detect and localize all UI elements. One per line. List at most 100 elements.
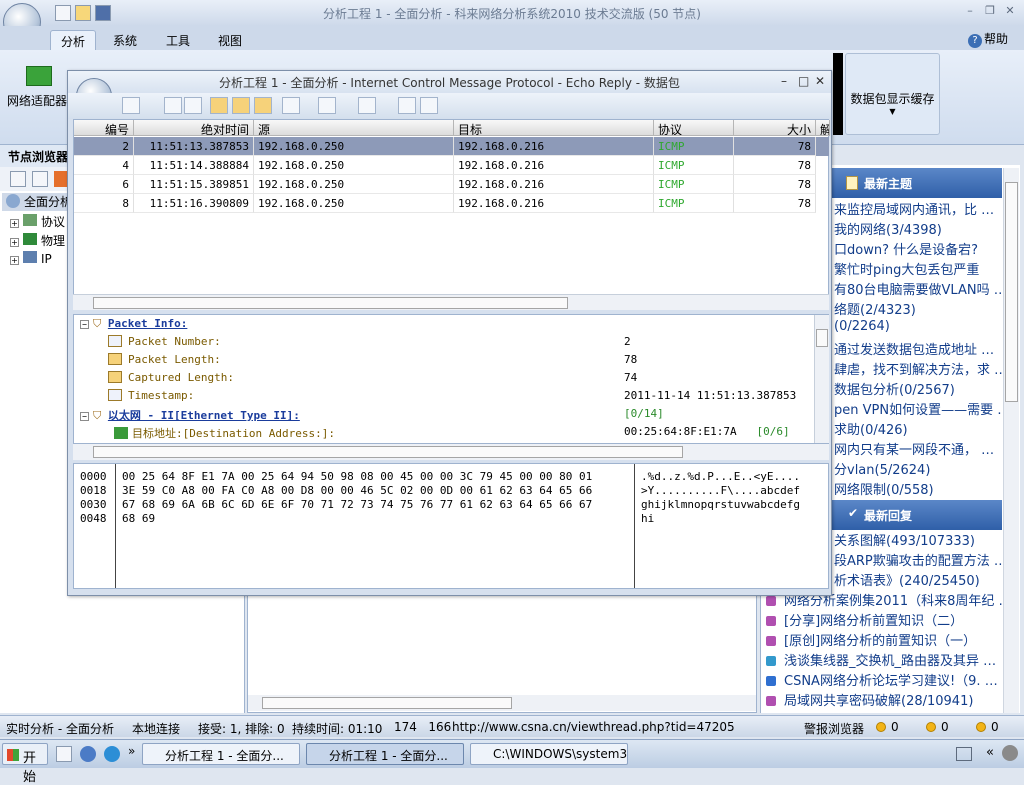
detail-field[interactable]: Packet Number: bbox=[108, 335, 221, 353]
search-icon[interactable] bbox=[358, 97, 376, 114]
overflow-chevron-icon[interactable]: » bbox=[128, 744, 135, 758]
scrollbar-thumb[interactable] bbox=[1005, 182, 1018, 402]
hex-bytes[interactable]: 00 25 64 8F E1 7A 00 25 64 94 50 98 08 0… bbox=[122, 470, 632, 526]
open-folder-icon[interactable] bbox=[75, 5, 91, 21]
minimize-button[interactable]: – bbox=[962, 4, 978, 18]
forum-topic-link[interactable]: 数据包分析(0/2567) bbox=[834, 379, 1002, 399]
table-row[interactable]: 6 11:51:15.389851 192.168.0.250 192.168.0.2… bbox=[74, 175, 829, 194]
tree-item-ip[interactable]: + IP bbox=[10, 251, 52, 269]
scrollbar-thumb[interactable] bbox=[93, 297, 568, 309]
column-header-source[interactable]: 源 bbox=[254, 120, 454, 136]
detail-field[interactable]: Captured Length: bbox=[108, 371, 234, 389]
decode-icon[interactable] bbox=[282, 97, 300, 114]
expand-icon[interactable]: + bbox=[10, 219, 19, 228]
next-icon[interactable] bbox=[184, 97, 202, 114]
collapse-icon[interactable]: − bbox=[80, 412, 89, 421]
expand-icon[interactable]: + bbox=[10, 238, 19, 247]
alarm-browser-button[interactable]: 警报浏览器 bbox=[804, 720, 864, 736]
forum-topic-link[interactable]: 我的网络(3/4398) bbox=[834, 219, 1002, 239]
quicklaunch-icon[interactable] bbox=[80, 746, 96, 762]
close-icon[interactable]: ✕ bbox=[815, 74, 825, 88]
expand-icon[interactable]: + bbox=[10, 256, 19, 265]
detail-field[interactable]: Packet Length: bbox=[108, 353, 221, 371]
tab-analysis[interactable]: 分析 bbox=[50, 30, 96, 50]
forum-reply-link[interactable]: CSNA网络分析论坛学习建议!（9. … bbox=[766, 670, 1002, 690]
forum-vertical-scrollbar[interactable] bbox=[1003, 168, 1019, 713]
previous-icon[interactable] bbox=[164, 97, 182, 114]
column-header-protocol[interactable]: 协议 bbox=[654, 120, 734, 136]
forum-topic-link[interactable]: 来监控局域网内通讯，比 … bbox=[834, 199, 1002, 219]
taskbar-item-1[interactable]: 分析工程 1 - 全面分... bbox=[142, 743, 300, 765]
taskbar-item-2[interactable]: 分析工程 1 - 全面分... bbox=[306, 743, 464, 765]
packet-display-cache-button[interactable]: 数据包显示缓存 ▼ bbox=[845, 53, 940, 135]
filter-icon[interactable] bbox=[32, 171, 48, 187]
column-header-no[interactable]: 编号 bbox=[74, 120, 134, 136]
tree-item-protocol[interactable]: + 协议 bbox=[10, 213, 65, 231]
keyboard-icon[interactable] bbox=[956, 747, 972, 761]
start-button[interactable]: 开始 bbox=[2, 743, 48, 785]
grid-icon[interactable] bbox=[10, 171, 26, 187]
detail-packet-info[interactable]: − ⛉ Packet Info: bbox=[80, 317, 187, 335]
forum-topic-link[interactable]: pen VPN如何设置——需要 … bbox=[834, 399, 1002, 419]
forum-topic-link[interactable]: (0/2264) bbox=[834, 319, 1002, 339]
forum-reply-link[interactable]: 浅谈集线器_交换机_路由器及其异 … bbox=[766, 650, 1002, 670]
column-header-time[interactable]: 绝对时间 bbox=[134, 120, 254, 136]
hex-view-icon[interactable] bbox=[254, 97, 272, 114]
maximize-icon[interactable]: □ bbox=[798, 74, 809, 88]
forum-reply-link[interactable]: 析术语表》(240/25450) bbox=[834, 570, 1002, 590]
column-header-size[interactable]: 大小 bbox=[734, 120, 816, 136]
new-file-icon[interactable] bbox=[55, 5, 71, 21]
detail-ethernet[interactable]: − ⛉ 以太网 - II[Ethernet Type II]: bbox=[80, 407, 300, 425]
tab-tools[interactable]: 工具 bbox=[156, 30, 200, 50]
help-button[interactable]: ? 帮助 bbox=[968, 30, 1008, 48]
detail-field[interactable]: Timestamp: bbox=[108, 389, 194, 407]
forum-topic-link[interactable]: 求助(0/426) bbox=[834, 419, 1002, 439]
forum-topic-link[interactable]: 分vlan(5/2624) bbox=[834, 459, 1002, 479]
forum-topic-link[interactable]: 口down? 什么是设备宕? bbox=[834, 239, 1002, 259]
detail-destination-address[interactable]: 目标地址:[Destination Address:]: bbox=[114, 425, 335, 443]
save-icon[interactable] bbox=[122, 97, 140, 114]
network-adapter-icon[interactable] bbox=[26, 66, 52, 86]
collapse-icon[interactable]: − bbox=[80, 320, 89, 329]
forum-reply-link[interactable]: 局域网共享密码破解(28/10941) bbox=[766, 690, 1002, 710]
minimize-icon[interactable]: – bbox=[781, 74, 787, 88]
column-header-decode[interactable]: 解 bbox=[816, 120, 830, 136]
forum-topic-link[interactable]: 络题(2/4323) bbox=[834, 299, 1002, 319]
forum-topic-link[interactable]: 有80台电脑需要做VLAN吗 … bbox=[834, 279, 1002, 299]
scrollbar-thumb[interactable] bbox=[93, 446, 683, 458]
forum-reply-link[interactable]: [分享]网络分析前置知识（二） bbox=[766, 610, 1002, 630]
taskbar-item-3[interactable]: C:\WINDOWS\system32... bbox=[470, 743, 628, 765]
detail-view-icon[interactable] bbox=[232, 97, 250, 114]
tab-view[interactable]: 视图 bbox=[208, 30, 252, 50]
list-view-icon[interactable] bbox=[210, 97, 228, 114]
table-row[interactable]: 8 11:51:16.390809 192.168.0.250 192.168.0.2… bbox=[74, 194, 829, 213]
details-horizontal-scrollbar[interactable] bbox=[73, 444, 829, 460]
scrollbar-thumb[interactable] bbox=[262, 697, 512, 709]
table-row[interactable]: 4 11:51:14.388884 192.168.0.250 192.168.0.2… bbox=[74, 156, 829, 175]
packet-table-horizontal-scrollbar[interactable] bbox=[73, 294, 829, 310]
forum-topic-link[interactable]: 繁忙时ping大包丢包严重 bbox=[834, 259, 1002, 279]
scrollbar-thumb[interactable] bbox=[816, 329, 828, 347]
export-icon[interactable] bbox=[398, 97, 416, 114]
close-button[interactable]: ✕ bbox=[1002, 4, 1018, 18]
network-adapter-button[interactable]: 网络适配器 bbox=[6, 92, 68, 109]
forum-reply-link[interactable]: 关系图解(493/107333) bbox=[834, 530, 1002, 550]
column-header-destination[interactable]: 目标 bbox=[454, 120, 654, 136]
forum-topic-link[interactable]: 网内只有某一网段不通， … bbox=[834, 439, 1002, 459]
hex-ascii[interactable]: .%d..z.%d.P...E..<yE.... >Y..........F\.… bbox=[641, 470, 821, 526]
forum-topic-link[interactable]: 网络限制(0/558) bbox=[834, 479, 1002, 499]
table-row[interactable]: 2 11:51:13.387853 192.168.0.250 192.168.0.2… bbox=[74, 137, 829, 156]
expand-tray-icon[interactable]: « bbox=[986, 745, 994, 760]
quicklaunch-icon[interactable] bbox=[56, 746, 72, 762]
refresh-icon[interactable] bbox=[54, 171, 68, 187]
tree-item-physical[interactable]: + 物理 bbox=[10, 232, 65, 250]
details-vertical-scrollbar[interactable] bbox=[814, 315, 829, 443]
save-icon[interactable] bbox=[95, 5, 111, 21]
filter-icon[interactable] bbox=[318, 97, 336, 114]
forum-topic-link[interactable]: 肆虐，找不到解决方法，求 … bbox=[834, 359, 1002, 379]
internet-explorer-icon[interactable] bbox=[104, 746, 120, 762]
forum-reply-link[interactable]: 段ARP欺骗攻击的配置方法 … bbox=[834, 550, 1002, 570]
volume-icon[interactable] bbox=[1002, 745, 1018, 761]
refresh-icon[interactable] bbox=[420, 97, 438, 114]
restore-button[interactable]: ❐ bbox=[982, 4, 998, 18]
